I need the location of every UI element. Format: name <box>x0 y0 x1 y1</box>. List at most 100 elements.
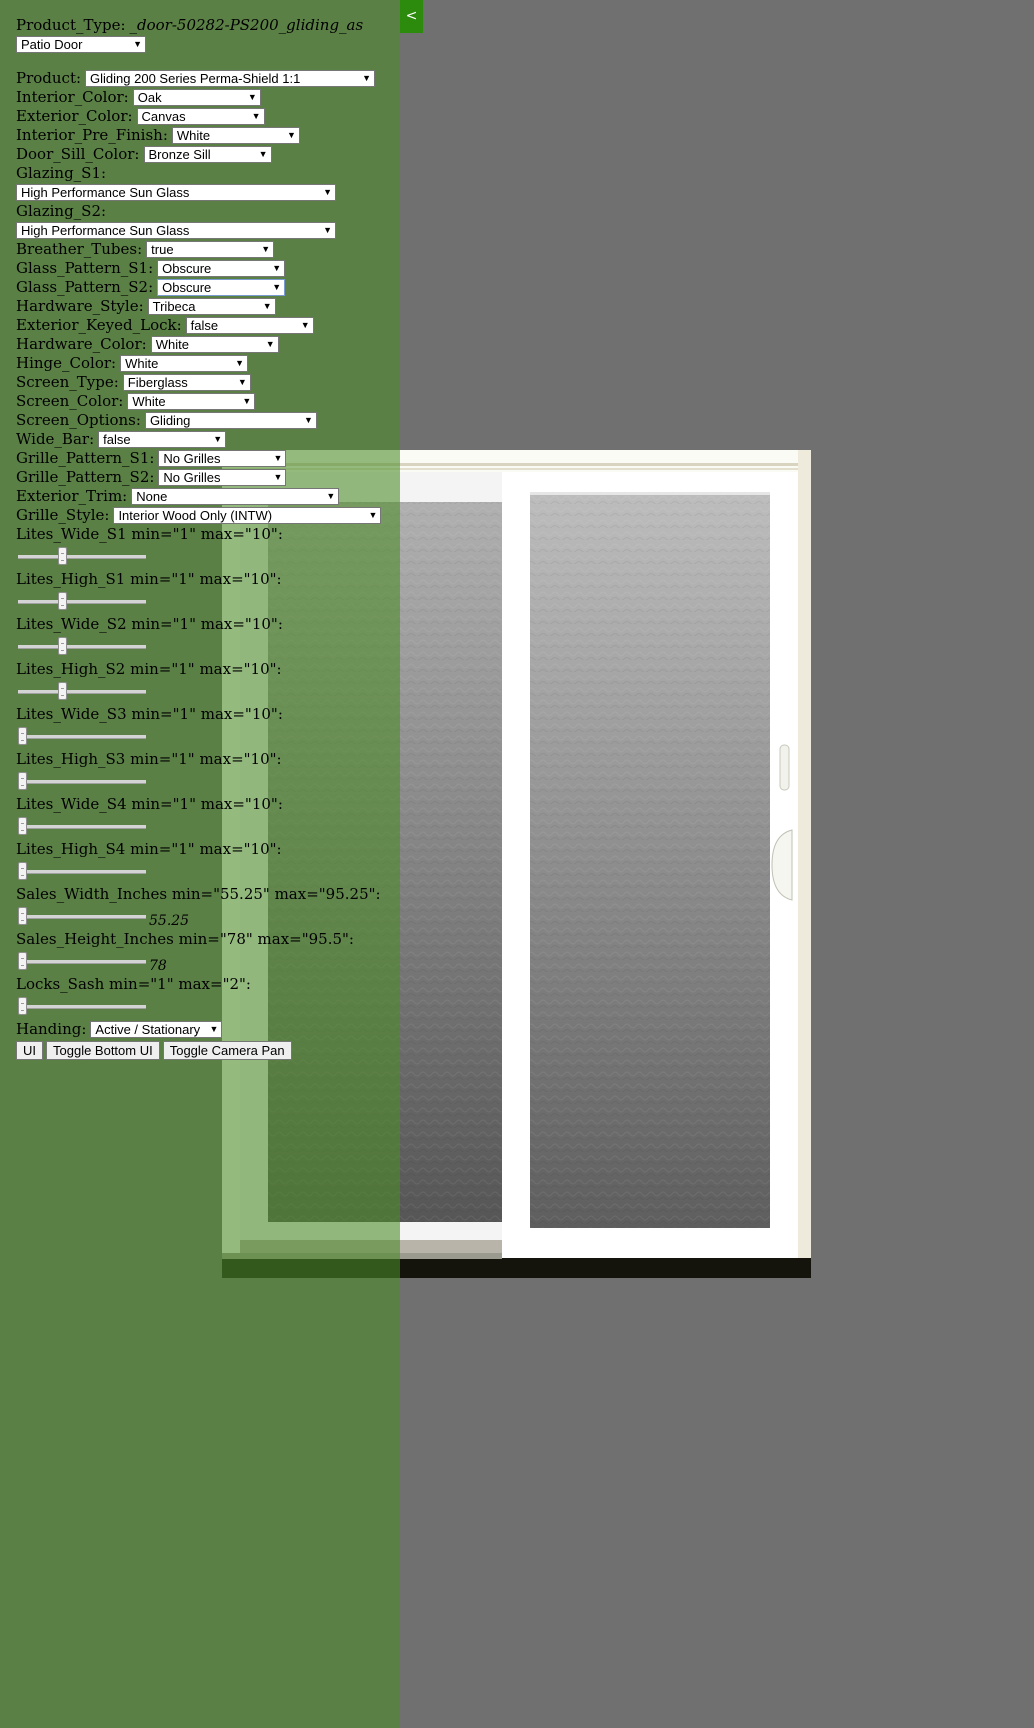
select-value: false <box>103 432 131 447</box>
product-type-row: Product_Type: _door-50282-PS200_gliding_… <box>16 16 396 35</box>
slider-value: 78 <box>149 958 167 974</box>
slider-block: Lites_Wide_S4 min="1" max="10": <box>16 795 396 840</box>
slider-thumb[interactable] <box>58 592 68 610</box>
select-value: false <box>190 318 219 333</box>
screen-type-select[interactable]: Fiberglass ▼ <box>122 374 251 391</box>
slider-thumb[interactable] <box>18 952 27 970</box>
collapse-panel-button[interactable]: < <box>400 0 423 33</box>
field-row: Hardware_Style: Tribeca ▼ <box>16 297 396 316</box>
door-sill-color-select[interactable]: Bronze Sill ▼ <box>143 146 272 163</box>
field-label: Door_Sill_Color: <box>16 145 140 163</box>
wide-bar-select[interactable]: false ▼ <box>98 431 227 448</box>
slider-track[interactable] <box>18 952 146 970</box>
field-label: Interior_Color: <box>16 88 129 106</box>
exterior-trim-select[interactable]: None ▼ <box>131 488 340 505</box>
chevron-down-icon: ▼ <box>237 377 247 387</box>
slider-thumb[interactable] <box>58 682 68 700</box>
select-value: Bronze Sill <box>148 147 211 162</box>
slider-track[interactable] <box>18 997 146 1015</box>
field-label: Exterior_Color: <box>16 107 133 125</box>
ui-button[interactable]: UI <box>16 1041 43 1060</box>
chevron-down-icon: ▼ <box>235 358 245 368</box>
chevron-down-icon: ▼ <box>261 244 271 254</box>
chevron-down-icon: ▼ <box>213 434 223 444</box>
hardware-color-select[interactable]: White ▼ <box>150 336 279 353</box>
grille-style-select[interactable]: Interior Wood Only (INTW) ▼ <box>113 507 382 524</box>
product-select[interactable]: Gliding 200 Series Perma-Shield 1:1 ▼ <box>85 70 376 87</box>
chevron-down-icon: ▼ <box>368 510 378 520</box>
product-label: Product: <box>16 69 82 87</box>
category-select[interactable]: Patio Door ▼ <box>16 36 146 53</box>
select-value: Fiberglass <box>127 375 188 390</box>
slider-track[interactable] <box>18 637 146 655</box>
select-value: Interior Wood Only (INTW) <box>118 508 273 523</box>
chevron-down-icon: ▼ <box>242 396 252 406</box>
slider-track[interactable] <box>18 592 146 610</box>
slider-track[interactable] <box>18 727 146 745</box>
field-row: Screen_Color: White ▼ <box>16 392 396 411</box>
slider-thumb[interactable] <box>18 907 27 925</box>
glass-pattern-s2-select[interactable]: Obscure ▼ <box>157 279 286 296</box>
chevron-down-icon: ▼ <box>262 301 272 311</box>
slider-thumb[interactable] <box>18 997 27 1015</box>
exterior-keyed-lock-select[interactable]: false ▼ <box>185 317 314 334</box>
field-row: Glass_Pattern_S1: Obscure ▼ <box>16 259 396 278</box>
select-value: No Grilles <box>163 451 221 466</box>
slider-block: Lites_High_S1 min="1" max="10": <box>16 570 396 615</box>
select-value: White <box>125 356 159 371</box>
hardware-style-select[interactable]: Tribeca ▼ <box>147 298 276 315</box>
field-label: Screen_Options: <box>16 411 141 429</box>
field-label: Screen_Color: <box>16 392 124 410</box>
interior-color-select[interactable]: Oak ▼ <box>132 89 261 106</box>
interior-pre-finish-select[interactable]: White ▼ <box>171 127 300 144</box>
slider-block: Locks_Sash min="1" max="2": <box>16 975 396 1020</box>
slider-track[interactable] <box>18 907 146 925</box>
chevron-down-icon: ▼ <box>133 39 142 49</box>
grille-pattern-s2-select[interactable]: No Grilles ▼ <box>158 469 287 486</box>
slider-track[interactable] <box>18 862 146 880</box>
select-value: White <box>176 128 211 143</box>
slider-track[interactable] <box>18 772 146 790</box>
chevron-down-icon: ▼ <box>273 472 283 482</box>
slider-thumb[interactable] <box>18 817 27 835</box>
toggle-bottom-ui-button[interactable]: Toggle Bottom UI <box>46 1041 160 1060</box>
field-row: Hardware_Color: White ▼ <box>16 335 396 354</box>
exterior-color-select[interactable]: Canvas ▼ <box>136 108 265 125</box>
glazing-s2-select[interactable]: High Performance Sun Glass ▼ <box>16 222 336 239</box>
chevron-down-icon: ▼ <box>258 149 268 159</box>
slider-track[interactable] <box>18 682 146 700</box>
slider-track[interactable] <box>18 547 146 565</box>
chevron-down-icon: ▼ <box>273 453 283 463</box>
glazing-s1-select[interactable]: High Performance Sun Glass ▼ <box>16 184 336 201</box>
field-row: Wide_Bar: false ▼ <box>16 430 396 449</box>
slider-thumb[interactable] <box>58 547 68 565</box>
grille-pattern-s1-select[interactable]: No Grilles ▼ <box>158 450 287 467</box>
hinge-color-select[interactable]: White ▼ <box>120 355 249 372</box>
select-value: White <box>155 337 189 352</box>
screen-options-select[interactable]: Gliding ▼ <box>144 412 317 429</box>
glass-pattern-s1-select[interactable]: Obscure ▼ <box>157 260 286 277</box>
field-label: Breather_Tubes: <box>16 240 143 258</box>
slider-thumb[interactable] <box>18 862 27 880</box>
handing-select[interactable]: Active / Stationary ▼ <box>90 1021 223 1038</box>
chevron-down-icon: ▼ <box>272 263 282 273</box>
select-value: true <box>151 242 174 257</box>
select-value: High Performance Sun Glass <box>21 185 190 200</box>
field-label: Screen_Type: <box>16 373 119 391</box>
field-label: Grille_Pattern_S1: <box>16 449 155 467</box>
slider-track[interactable] <box>18 817 146 835</box>
field-label: Exterior_Keyed_Lock: <box>16 316 182 334</box>
field-label: Grille_Pattern_S2: <box>16 468 155 486</box>
toggle-camera-pan-button[interactable]: Toggle Camera Pan <box>162 1041 292 1060</box>
slider-thumb[interactable] <box>18 772 27 790</box>
slider-thumb[interactable] <box>58 637 68 655</box>
field-row: Door_Sill_Color: Bronze Sill ▼ <box>16 145 396 164</box>
screen-color-select[interactable]: White ▼ <box>127 393 256 410</box>
field-row: Exterior_Keyed_Lock: false ▼ <box>16 316 396 335</box>
breather-tubes-select[interactable]: true ▼ <box>146 241 275 258</box>
slider-label: Sales_Width_Inches min="55.25" max="95.2… <box>16 885 381 903</box>
slider-thumb[interactable] <box>18 727 27 745</box>
field-row: Screen_Type: Fiberglass ▼ <box>16 373 396 392</box>
field-label: Grille_Style: <box>16 506 110 524</box>
field-row: Screen_Options: Gliding ▼ <box>16 411 396 430</box>
